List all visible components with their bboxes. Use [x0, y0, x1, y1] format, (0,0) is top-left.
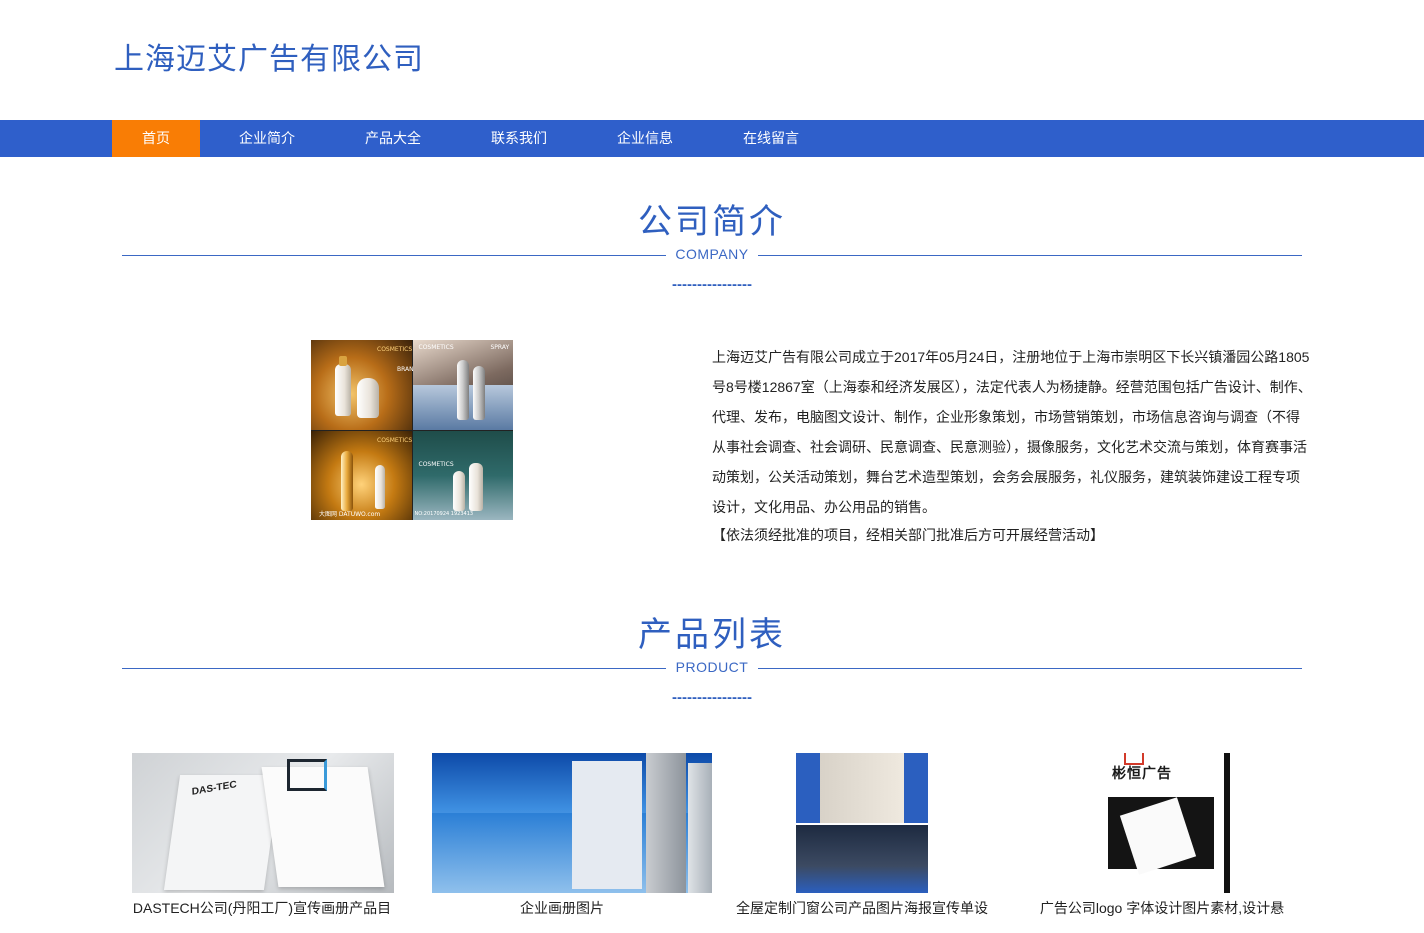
company-intro-image: COSMETICS BRAND COSMETICS SPRAY COSMETIC… — [311, 340, 513, 520]
main-nav: 首页 企业简介 产品大全 联系我们 企业信息 在线留言 — [0, 120, 1424, 157]
product-section-title: 产品列表 — [638, 615, 786, 655]
mockup-edge — [1224, 753, 1230, 893]
building-image — [688, 763, 712, 893]
nav-item-home[interactable]: 首页 — [112, 120, 200, 157]
product-section-subtitle: PRODUCT — [675, 659, 749, 675]
product-thumb[interactable] — [796, 753, 928, 893]
company-intro-text: 上海迈艾广告有限公司成立于2017年05月24日，注册地位于上海市崇明区下长兴镇… — [712, 349, 1312, 515]
cosmetics-tag: COSMETICS — [377, 346, 413, 353]
product-name[interactable]: 广告公司logo 字体设计图片素材,设计悬 — [1012, 899, 1312, 917]
product-name[interactable]: 全屋定制门窗公司产品图片海报宣传单设 — [712, 899, 1012, 917]
watermark-left: 大图网 DATUWO.com — [319, 510, 381, 518]
cosmetics-quadrant: COSMETICS NO:20170924 1923413 — [412, 430, 513, 520]
bottle — [341, 450, 353, 511]
nav-item-products[interactable]: 产品大全 — [352, 120, 434, 157]
nav-item-contact[interactable]: 联系我们 — [478, 120, 560, 157]
brand-logo-text: 彬恒广告 — [1112, 766, 1172, 782]
poster-bottom — [796, 825, 928, 893]
site-title: 上海迈艾广告有限公司 — [114, 42, 424, 77]
nav-item-about[interactable]: 企业简介 — [226, 120, 308, 157]
bottle — [468, 462, 483, 511]
bottle — [357, 378, 379, 418]
nav-item-company-info[interactable]: 企业信息 — [604, 120, 686, 157]
nav-item-message[interactable]: 在线留言 — [730, 120, 812, 157]
cosmetics-quadrant: COSMETICS BRAND — [311, 340, 418, 430]
cosmetics-quadrant: COSMETICS 大图网 DATUWO.com — [311, 430, 413, 520]
company-section-title: 公司简介 — [638, 202, 786, 242]
product-section-dash: ---------------- — [672, 689, 752, 706]
product-thumb[interactable]: DAS-TEC — [132, 753, 394, 893]
spray-tag: SPRAY — [490, 344, 510, 351]
bottle — [456, 360, 469, 420]
watermark-right: NO:20170924 1923413 — [414, 510, 474, 517]
brochure-column — [572, 761, 642, 889]
company-intro-note: 【依法须经批准的项目，经相关部门批准后方可开展经营活动】 — [712, 527, 1104, 543]
poster-top — [796, 753, 928, 823]
company-section-subtitle: COMPANY — [675, 246, 749, 262]
dastech-logo — [287, 759, 327, 791]
product-name[interactable]: 企业画册图片 — [412, 899, 712, 917]
bottle — [452, 470, 465, 511]
cosmetics-tag: COSMETICS — [418, 460, 454, 468]
bottle — [472, 366, 485, 420]
bottle — [335, 364, 351, 416]
bottle-cap — [339, 356, 347, 366]
bottle — [375, 464, 385, 509]
product-thumb[interactable] — [432, 753, 712, 893]
cosmetics-quadrant: COSMETICS SPRAY — [412, 340, 513, 430]
company-section-dash: ---------------- — [672, 276, 752, 293]
cosmetics-tag: COSMETICS — [418, 344, 454, 351]
building-image — [646, 753, 686, 893]
cosmetics-tag: COSMETICS — [377, 436, 413, 444]
product-name[interactable]: DASTECH公司(丹阳工厂)宣传画册产品目 — [112, 899, 412, 917]
product-thumb[interactable]: 彬恒广告 — [1098, 753, 1230, 893]
